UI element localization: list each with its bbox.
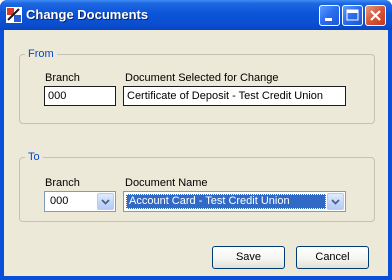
from-groupbox: From Branch Document Selected for Change… xyxy=(19,47,375,124)
maximize-icon xyxy=(346,9,359,21)
save-button[interactable]: Save xyxy=(212,246,285,269)
to-document-value: Account Card - Test Credit Union xyxy=(126,194,326,209)
minimize-icon xyxy=(325,18,332,21)
from-branch-field[interactable]: 000 xyxy=(44,86,116,106)
to-branch-label: Branch xyxy=(45,177,80,189)
app-icon xyxy=(6,7,22,23)
to-groupbox: To Branch Document Name 000 Account Card… xyxy=(19,150,375,222)
from-group-label: From xyxy=(25,47,57,61)
close-icon xyxy=(370,10,381,21)
to-document-select[interactable]: Account Card - Test Credit Union xyxy=(123,191,346,212)
change-documents-window: Change Documents From Branch Document Se… xyxy=(0,0,392,280)
cancel-button[interactable]: Cancel xyxy=(296,246,369,269)
chevron-down-icon xyxy=(331,199,340,205)
to-branch-dropdown-button[interactable] xyxy=(97,193,114,210)
window-title: Change Documents xyxy=(26,7,149,22)
to-document-dropdown-button[interactable] xyxy=(327,193,344,210)
chevron-down-icon xyxy=(101,199,110,205)
to-document-label: Document Name xyxy=(125,177,208,189)
close-button[interactable] xyxy=(365,5,386,26)
dialog-body: From Branch Document Selected for Change… xyxy=(4,30,388,276)
maximize-button[interactable] xyxy=(342,5,363,26)
to-group-label: To xyxy=(25,150,43,164)
title-bar[interactable]: Change Documents xyxy=(0,0,392,30)
from-document-field[interactable]: Certificate of Deposit - Test Credit Uni… xyxy=(123,86,346,106)
from-branch-label: Branch xyxy=(45,72,80,84)
from-document-label: Document Selected for Change xyxy=(125,72,279,84)
to-branch-select[interactable]: 000 xyxy=(44,191,116,212)
minimize-button[interactable] xyxy=(319,5,340,26)
to-branch-value: 000 xyxy=(50,195,69,207)
